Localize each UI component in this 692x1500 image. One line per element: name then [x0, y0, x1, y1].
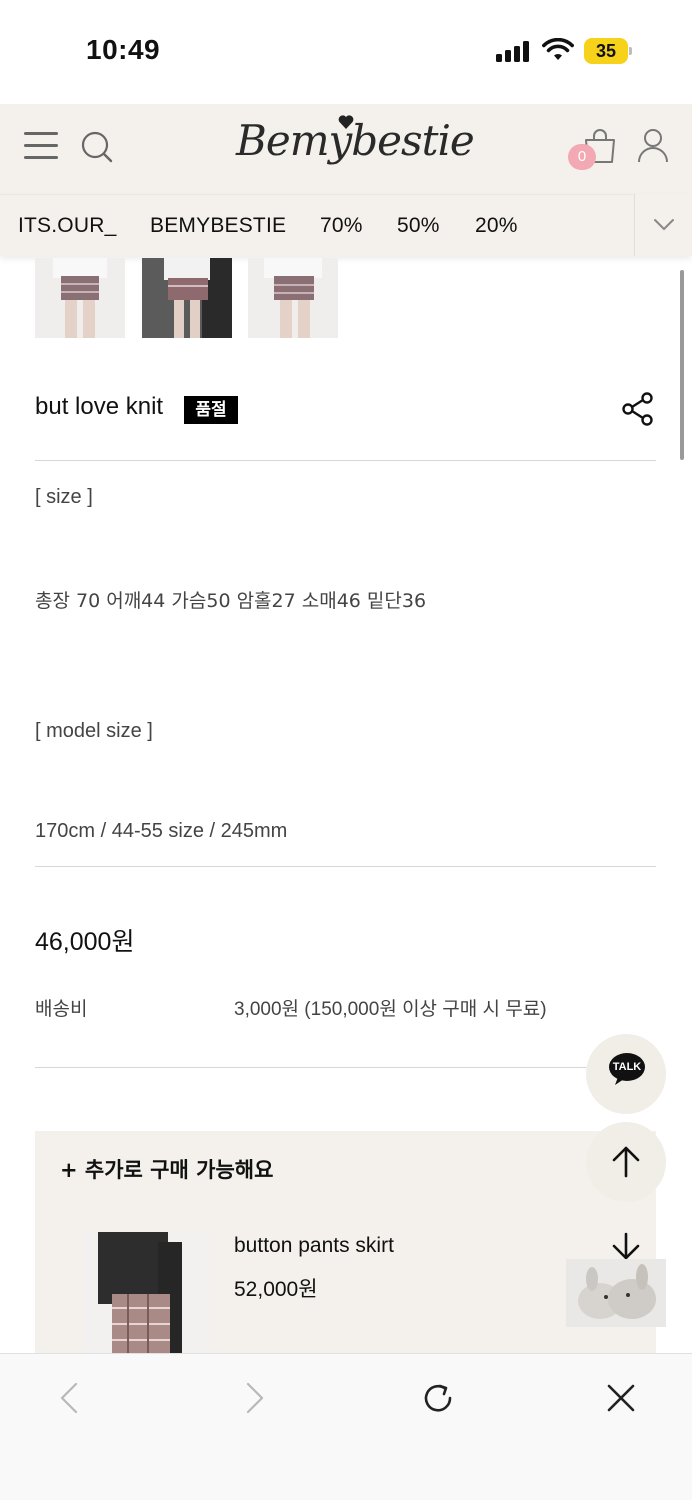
site-logo[interactable]: Bemybestie — [236, 116, 475, 186]
addon-title: + 추가로 구매 가능해요 — [60, 1158, 274, 1182]
chevron-down-icon — [654, 219, 674, 231]
wifi-icon — [542, 38, 574, 60]
model-size-heading: [ model size ] — [35, 720, 153, 742]
addon-product-image[interactable] — [84, 1232, 210, 1356]
browser-toolbar — [0, 1353, 692, 1500]
cart-count-badge: 0 — [568, 144, 596, 170]
product-thumbnail-2[interactable] — [142, 258, 232, 338]
category-item-70[interactable]: 70% — [320, 214, 363, 238]
category-more-button[interactable] — [634, 194, 692, 256]
status-bar: 10:49 35 — [0, 0, 692, 104]
signal-icon — [496, 40, 530, 62]
close-icon[interactable] — [601, 1378, 641, 1418]
scrollbar[interactable] — [680, 270, 684, 460]
product-price: 46,000원 — [35, 928, 135, 956]
size-detail: 총장 70 어깨44 가슴50 암홀27 소매46 밑단36 — [35, 590, 427, 612]
category-item-bemybestie[interactable]: BEMYBESTIE — [150, 214, 286, 238]
product-thumbnail-1[interactable] — [35, 258, 125, 338]
addon-product-name[interactable]: button pants skirt — [234, 1234, 394, 1258]
divider — [35, 866, 656, 867]
user-icon[interactable] — [637, 128, 669, 164]
battery-level: 35 — [595, 41, 617, 61]
scroll-up-button[interactable] — [586, 1122, 666, 1202]
arrow-up-icon — [612, 1146, 640, 1178]
product-title: but love knit — [35, 393, 164, 420]
category-item-its-our[interactable]: ITS.OUR_ — [18, 214, 116, 238]
soldout-badge: 품절 — [184, 396, 238, 424]
battery-icon: 35 — [584, 38, 632, 64]
search-icon[interactable] — [80, 130, 114, 164]
status-time: 10:49 — [86, 34, 161, 65]
shipping-value: 3,000원 (150,000원 이상 구매 시 무료) — [234, 999, 547, 1020]
shipping-label: 배송비 — [35, 998, 88, 1020]
category-item-50[interactable]: 50% — [397, 214, 440, 238]
addon-product-price: 52,000원 — [234, 1278, 318, 1301]
chevron-right-icon[interactable] — [234, 1378, 274, 1418]
model-size-detail: 170cm / 44-55 size / 245mm — [35, 820, 288, 842]
divider — [35, 1067, 595, 1068]
chevron-left-icon[interactable] — [50, 1378, 90, 1418]
talk-label: TALK — [612, 1061, 642, 1073]
product-thumbnail-3[interactable] — [248, 258, 338, 338]
hamburger-icon[interactable] — [24, 130, 58, 160]
floating-banner-image[interactable] — [566, 1259, 666, 1327]
divider — [35, 460, 656, 461]
reload-icon[interactable] — [418, 1378, 458, 1418]
share-icon[interactable] — [620, 391, 656, 427]
category-item-20[interactable]: 20% — [475, 214, 518, 238]
size-heading: [ size ] — [35, 486, 93, 508]
